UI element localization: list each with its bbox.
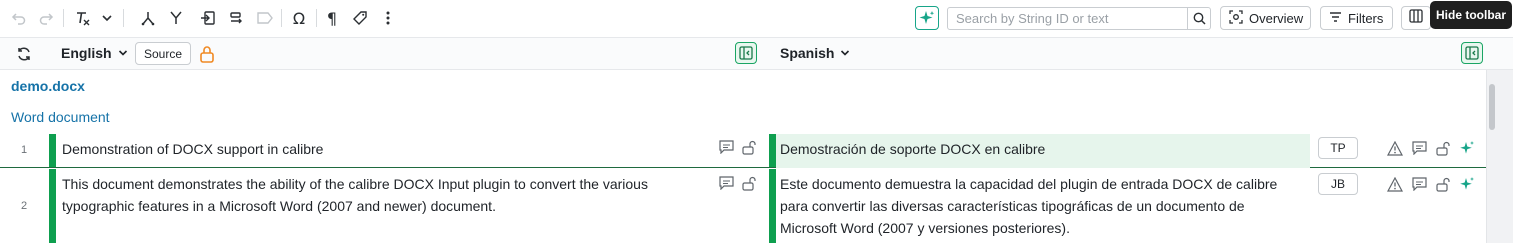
- clear-format-icon[interactable]: [72, 7, 94, 29]
- chevron-down-icon: [840, 45, 850, 61]
- comment-icon[interactable]: [718, 175, 734, 191]
- user-badge[interactable]: JB: [1318, 173, 1358, 195]
- scrollbar-thumb[interactable]: [1489, 84, 1495, 130]
- unlock-icon[interactable]: [1435, 140, 1451, 156]
- unlock-icon[interactable]: [741, 139, 757, 155]
- lock-icon[interactable]: [199, 45, 215, 63]
- target-status-bar: [769, 169, 776, 243]
- source-language-label: English: [61, 45, 112, 61]
- omega-icon[interactable]: Ω: [288, 7, 310, 29]
- pilcrow-icon[interactable]: ¶: [321, 7, 343, 29]
- source-text[interactable]: Demonstration of DOCX support in calibre: [62, 138, 702, 160]
- overview-label: Overview: [1249, 10, 1304, 26]
- editor-toolbar: Ω ¶ Overview Filters Hide toolbar: [0, 0, 1513, 38]
- ai-sparkle-icon[interactable]: [1459, 140, 1475, 156]
- search-icon[interactable]: [1187, 8, 1210, 29]
- string-row[interactable]: 2 This document demonstrates the ability…: [0, 169, 1486, 243]
- comment-icon[interactable]: [1411, 140, 1427, 156]
- target-language-selector[interactable]: Spanish: [780, 45, 850, 61]
- redo-icon[interactable]: [35, 7, 57, 29]
- unlock-icon[interactable]: [1435, 176, 1451, 192]
- toolbar-divider: [123, 9, 124, 27]
- unlock-icon[interactable]: [741, 175, 757, 191]
- chevron-down-icon[interactable]: [96, 7, 118, 29]
- source-status-bar: [49, 169, 56, 243]
- ai-sparkle-icon[interactable]: [1459, 176, 1475, 192]
- language-header: English Source Spanish: [0, 38, 1513, 70]
- layout-button[interactable]: [1401, 6, 1431, 30]
- source-status-bar: [49, 134, 56, 167]
- overview-icon: [1229, 9, 1243, 27]
- string-row[interactable]: 1 Demonstration of DOCX support in calib…: [0, 134, 1486, 168]
- filters-button[interactable]: Filters: [1320, 6, 1393, 30]
- target-text[interactable]: Este documento demuestra la capacidad de…: [780, 173, 1280, 239]
- target-text[interactable]: Demostración de soporte DOCX en calibre: [780, 138, 1280, 160]
- target-status-bar: [769, 134, 776, 167]
- file-name[interactable]: demo.docx: [11, 78, 85, 94]
- filters-label: Filters: [1348, 10, 1384, 26]
- toolbar-divider: [281, 9, 282, 27]
- overview-button[interactable]: Overview: [1220, 6, 1311, 30]
- more-icon[interactable]: [377, 7, 399, 29]
- comment-icon[interactable]: [1411, 176, 1427, 192]
- comment-icon[interactable]: [718, 139, 734, 155]
- hide-toolbar-tooltip: Hide toolbar: [1430, 1, 1512, 29]
- undo-icon[interactable]: [8, 7, 30, 29]
- search-field: [947, 7, 1211, 30]
- columns-icon: [1409, 9, 1423, 27]
- row-number: 2: [20, 200, 28, 212]
- source-text[interactable]: This document demonstrates the ability o…: [62, 173, 702, 217]
- warning-icon[interactable]: [1387, 176, 1403, 192]
- toolbar-divider: [63, 9, 64, 27]
- warning-icon[interactable]: [1387, 140, 1403, 156]
- collapse-target-panel-icon[interactable]: [1461, 42, 1483, 64]
- source-button[interactable]: Source: [135, 42, 191, 65]
- collapse-source-panel-icon[interactable]: [735, 42, 757, 64]
- toolbar-divider: [316, 9, 317, 27]
- sparkle-icon[interactable]: [915, 6, 939, 30]
- file-type: Word document: [11, 109, 110, 125]
- search-input[interactable]: [948, 8, 1187, 29]
- tag-icon[interactable]: [254, 7, 276, 29]
- insert-icon[interactable]: [197, 7, 219, 29]
- split-icon[interactable]: [226, 7, 248, 29]
- row-number: 1: [20, 144, 28, 156]
- merge-icon[interactable]: [165, 7, 187, 29]
- refresh-icon[interactable]: [14, 44, 34, 64]
- user-badge[interactable]: TP: [1318, 137, 1358, 159]
- label-icon[interactable]: [349, 7, 371, 29]
- target-language-label: Spanish: [780, 45, 835, 61]
- filter-icon: [1329, 11, 1342, 26]
- chevron-down-icon: [118, 45, 128, 61]
- branch-icon[interactable]: [137, 7, 159, 29]
- source-language-selector[interactable]: English: [61, 45, 128, 61]
